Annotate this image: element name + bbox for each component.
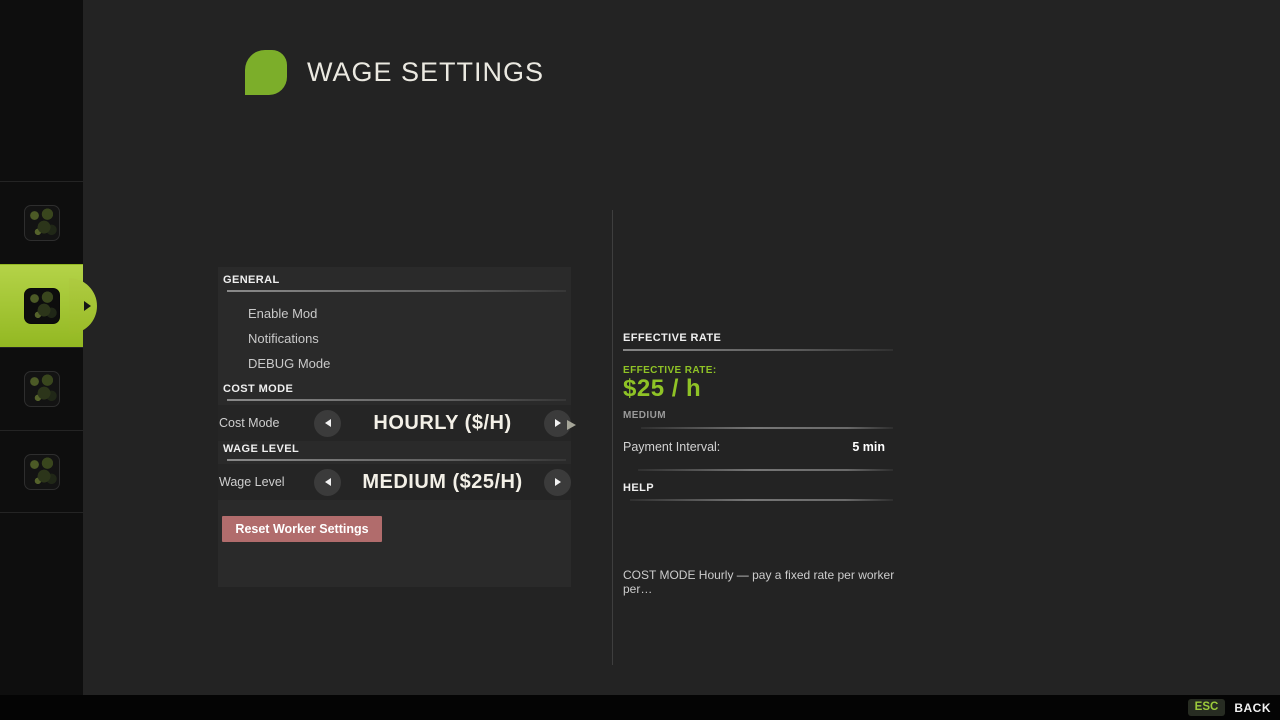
esc-key-badge[interactable]: ESC: [1188, 699, 1226, 716]
mod-logo-icon: [24, 371, 60, 407]
payment-interval-value: 5 min: [852, 440, 893, 454]
option-notifications[interactable]: Notifications: [248, 331, 319, 346]
sidebar-item[interactable]: [0, 181, 83, 264]
page-title: WAGE SETTINGS: [307, 57, 544, 88]
wage-level-next-button[interactable]: [544, 469, 571, 496]
wage-level-row: Wage Level MEDIUM ($25/H): [218, 464, 571, 500]
page-header: WAGE SETTINGS: [245, 50, 544, 95]
wage-level-prev-button[interactable]: [314, 469, 341, 496]
left-triangle-icon: [325, 478, 331, 486]
wage-level-indicator: MEDIUM: [623, 410, 893, 421]
section-divider: [227, 399, 566, 401]
help-header: HELP: [623, 482, 893, 494]
mod-logo-icon: [24, 205, 60, 241]
cost-mode-prev-button[interactable]: [314, 410, 341, 437]
selected-bump: [69, 278, 97, 334]
settings-panel: GENERAL Enable Mod Notifications DEBUG M…: [218, 267, 571, 587]
help-text: COST MODE Hourly — pay a fixed rate per …: [623, 568, 923, 596]
section-divider: [227, 459, 566, 461]
sidebar-item[interactable]: [0, 347, 83, 430]
wage-level-value: MEDIUM ($25/H): [341, 471, 544, 494]
option-debug-mode[interactable]: DEBUG Mode: [248, 356, 330, 371]
right-triangle-icon: [555, 478, 561, 486]
payment-interval-row: Payment Interval: 5 min: [623, 440, 893, 454]
footer-bar: ESC BACK: [0, 695, 1280, 720]
left-triangle-icon: [325, 419, 331, 427]
cost-mode-row: Cost Mode HOURLY ($/H): [218, 405, 571, 441]
back-button[interactable]: BACK: [1234, 701, 1271, 715]
right-triangle-icon: [555, 419, 561, 427]
cursor-pointer-icon: [567, 420, 576, 430]
section-divider: [227, 290, 566, 292]
wage-level-label: Wage Level: [218, 475, 314, 489]
section-divider: [638, 469, 893, 471]
right-arrow-icon: [84, 301, 91, 311]
mod-logo-icon: [24, 454, 60, 490]
effective-rate-value: $25 / h: [623, 375, 893, 403]
section-header-wage-level: WAGE LEVEL: [218, 443, 571, 455]
section-divider: [623, 349, 893, 351]
mod-sidebar: [0, 0, 83, 695]
sidebar-item[interactable]: [0, 430, 83, 513]
section-divider: [641, 427, 893, 429]
option-enable-mod[interactable]: Enable Mod: [248, 306, 317, 321]
cost-mode-label: Cost Mode: [218, 416, 314, 430]
panel-divider: [612, 210, 613, 665]
mod-logo-icon: [24, 288, 60, 324]
reset-worker-settings-button[interactable]: Reset Worker Settings: [222, 516, 382, 542]
leaf-badge-icon: [245, 50, 287, 95]
payment-interval-label: Payment Interval:: [623, 440, 720, 454]
cost-mode-value: HOURLY ($/H): [341, 412, 544, 435]
sidebar-item[interactable]: [0, 264, 83, 347]
section-header-cost-mode: COST MODE: [218, 383, 571, 395]
section-header-general: GENERAL: [218, 274, 571, 286]
effective-rate-header: EFFECTIVE RATE: [623, 332, 893, 344]
section-divider: [630, 499, 893, 501]
